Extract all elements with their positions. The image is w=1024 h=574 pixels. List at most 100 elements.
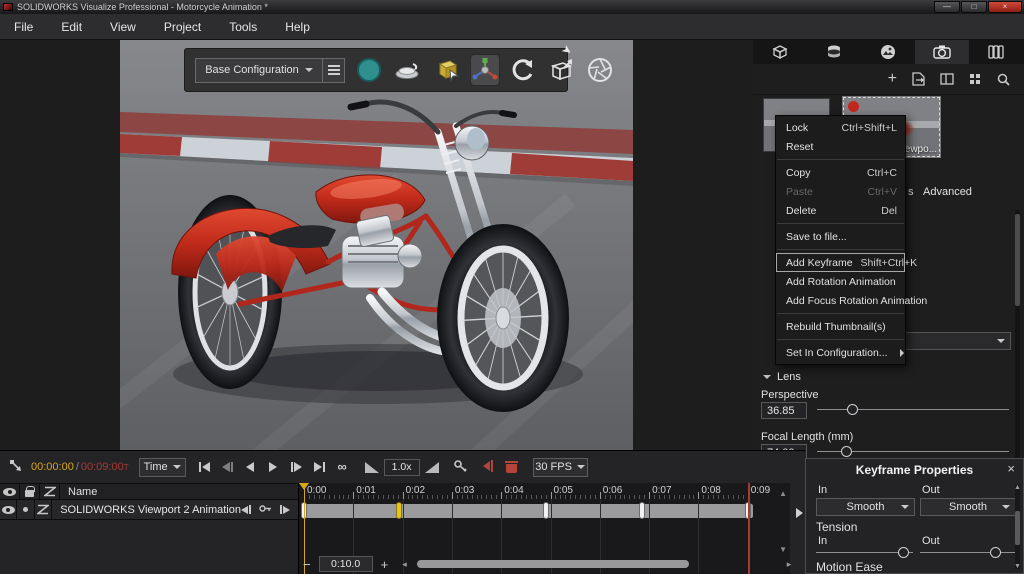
track-lock-dot-icon[interactable]: [17, 500, 35, 519]
aperture-button[interactable]: [586, 55, 614, 85]
timeline-pointer-icon[interactable]: [9, 459, 23, 476]
increase-speed-button[interactable]: [424, 461, 439, 473]
time-mode-dropdown[interactable]: Time: [138, 457, 186, 477]
play-button[interactable]: [265, 458, 282, 476]
menu-file[interactable]: File: [0, 14, 47, 40]
tab-environments[interactable]: [861, 40, 915, 64]
timeline-zoom-value[interactable]: 0:10.0: [318, 556, 373, 572]
export-button[interactable]: [912, 72, 925, 86]
curves-column-icon[interactable]: [40, 484, 60, 499]
context-menu-item-add-rotation-animation[interactable]: Add Rotation Animation: [776, 272, 905, 291]
timeline-scrollbar[interactable]: [413, 560, 781, 568]
maximize-button[interactable]: □: [961, 0, 987, 13]
keyframe-marker-selected[interactable]: [396, 502, 403, 519]
menu-project[interactable]: Project: [150, 14, 215, 40]
menu-help[interactable]: Help: [271, 14, 324, 40]
tab-models[interactable]: [753, 40, 807, 64]
context-menu-item-paste[interactable]: Paste Ctrl+V: [776, 182, 905, 201]
tab-configurations[interactable]: [969, 40, 1023, 64]
split-view-button[interactable]: [940, 73, 954, 85]
perspective-slider-handle[interactable]: [847, 404, 858, 415]
tension-out-slider[interactable]: [920, 547, 1016, 559]
render-mode-button[interactable]: [356, 55, 382, 85]
fps-dropdown[interactable]: 30 FPS: [532, 457, 588, 477]
viewport-3d-scene[interactable]: ➤ Base Configuration: [120, 40, 633, 450]
menu-tools[interactable]: Tools: [215, 14, 271, 40]
timeline-scrollbar-thumb[interactable]: [416, 560, 689, 568]
menu-view[interactable]: View: [96, 14, 150, 40]
context-menu-item-lock[interactable]: Lock Ctrl+Shift+L: [776, 118, 905, 137]
key-icon[interactable]: [453, 459, 469, 476]
configuration-combo[interactable]: Base Configuration: [195, 57, 345, 83]
covered-dropdown[interactable]: [903, 332, 1011, 350]
close-button[interactable]: ×: [988, 0, 1022, 13]
focal-length-slider-handle[interactable]: [841, 446, 852, 457]
previous-keyframe-button[interactable]: [241, 505, 251, 514]
close-icon[interactable]: ×: [1007, 461, 1015, 476]
context-menu-item-reset[interactable]: Reset: [776, 137, 905, 156]
tension-out-slider-handle[interactable]: [990, 547, 1001, 558]
tracks-scroll-up-arrow[interactable]: ▲: [779, 489, 787, 498]
transport-controls: ∞: [196, 458, 351, 476]
play-backward-button[interactable]: [242, 458, 259, 476]
scroll-right-arrow[interactable]: ▸: [787, 559, 792, 570]
next-keyframe-button[interactable]: [280, 505, 290, 514]
search-icon[interactable]: [997, 73, 1010, 86]
keyframe-marker[interactable]: [542, 502, 549, 519]
decrease-speed-button[interactable]: [364, 461, 379, 473]
context-menu-item-add-keyframe[interactable]: Add Keyframe Shift+Ctrl+K: [776, 253, 917, 272]
keyframe-marker[interactable]: [638, 502, 645, 519]
panel-scrollbar[interactable]: [1015, 210, 1020, 482]
context-menu-item-save-to-file[interactable]: Save to file...: [776, 227, 905, 246]
context-menu-item-copy[interactable]: Copy Ctrl+C: [776, 163, 905, 182]
zoom-in-button[interactable]: +: [381, 557, 389, 572]
context-menu-item-add-focus-rotation-animation[interactable]: Add Focus Rotation Animation: [776, 291, 927, 310]
camera-views-button[interactable]: [547, 55, 575, 85]
scroll-up-arrow[interactable]: ▲: [1014, 484, 1021, 491]
go-to-start-button[interactable]: [196, 458, 213, 476]
track-visibility-icon[interactable]: [0, 500, 18, 519]
scroll-left-arrow[interactable]: ◂: [402, 559, 407, 570]
scroll-down-arrow[interactable]: ▼: [1014, 563, 1021, 570]
go-to-end-button[interactable]: [311, 458, 328, 476]
minimize-button[interactable]: —: [934, 0, 960, 13]
reset-rotation-button[interactable]: [510, 55, 536, 85]
tension-in-slider[interactable]: [816, 547, 913, 559]
move-keyframe-icon[interactable]: [479, 459, 494, 476]
lens-section-header[interactable]: Lens: [763, 371, 801, 383]
configuration-list-button[interactable]: [323, 57, 345, 83]
perspective-input[interactable]: 36.85: [761, 402, 807, 419]
loop-button[interactable]: ∞: [334, 457, 351, 475]
perspective-slider[interactable]: [817, 404, 1009, 416]
turntable-button[interactable]: [393, 55, 421, 85]
animation-track-row[interactable]: SOLIDWORKS Viewport 2 Animation: [0, 500, 298, 520]
focal-length-slider[interactable]: [817, 446, 1009, 458]
context-menu-item-delete[interactable]: Delete Del: [776, 201, 905, 220]
track-key-icon[interactable]: [259, 504, 272, 516]
subtab-partial[interactable]: s: [908, 186, 914, 198]
move-gizmo-button[interactable]: [470, 54, 500, 86]
interp-in-dropdown[interactable]: Smooth: [816, 498, 915, 516]
tab-cameras[interactable]: [915, 40, 969, 64]
visibility-column-icon[interactable]: [0, 484, 20, 499]
subtab-advanced[interactable]: Advanced: [923, 186, 972, 198]
previous-frame-button[interactable]: [219, 458, 236, 476]
grid-view-button[interactable]: [969, 73, 982, 86]
ruler-minor-tick: [387, 495, 389, 499]
context-menu-item-rebuild-thumbnail-s[interactable]: Rebuild Thumbnail(s): [776, 317, 905, 336]
animation-clip-bar[interactable]: [303, 504, 753, 518]
zoom-out-button[interactable]: −: [303, 557, 311, 572]
keyframe-panel-scrollbar[interactable]: ▲ ▼: [1014, 484, 1021, 570]
track-curves-icon[interactable]: [35, 500, 53, 519]
menu-edit[interactable]: Edit: [47, 14, 96, 40]
lock-column-icon[interactable]: [20, 484, 40, 499]
interp-out-dropdown[interactable]: Smooth: [920, 498, 1016, 516]
speed-value[interactable]: 1.0x: [383, 458, 420, 476]
next-frame-button[interactable]: [288, 458, 305, 476]
snap-to-floor-button[interactable]: [432, 55, 460, 85]
context-menu-item-set-in-configuration[interactable]: Set In Configuration...: [776, 343, 905, 362]
tab-appearances[interactable]: [807, 40, 861, 64]
tension-in-slider-handle[interactable]: [898, 547, 909, 558]
add-camera-button[interactable]: +: [888, 70, 897, 88]
delete-keyframe-button[interactable]: [504, 461, 518, 473]
